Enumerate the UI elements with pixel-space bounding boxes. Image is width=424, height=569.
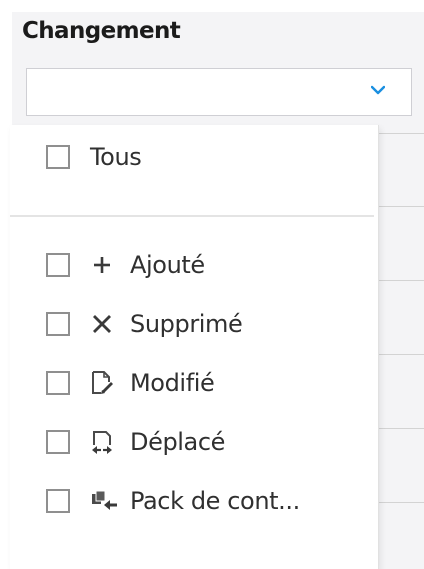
checkbox[interactable] (46, 371, 70, 395)
row-divider (378, 133, 424, 134)
option-label: Modifié (130, 369, 215, 397)
option-label: Supprimé (130, 310, 243, 338)
option-ajoute[interactable]: Ajouté (46, 245, 205, 285)
option-label: Ajouté (130, 251, 205, 279)
plus-icon (90, 252, 120, 278)
chevron-down-icon[interactable] (371, 83, 385, 97)
row-divider (378, 354, 424, 355)
option-label: Déplacé (130, 428, 226, 456)
column-header-title: Changement (22, 18, 181, 44)
option-deplace[interactable]: Déplacé (46, 422, 225, 462)
x-icon (90, 311, 120, 337)
option-pack-de-contenu[interactable]: Pack de cont... (46, 481, 300, 521)
checkbox[interactable] (46, 489, 70, 513)
row-divider (378, 206, 424, 207)
checkbox[interactable] (46, 145, 70, 169)
change-filter-select[interactable] (26, 68, 412, 116)
row-divider (378, 502, 424, 503)
row-divider (378, 280, 424, 281)
content-pack-icon (90, 488, 120, 514)
option-supprime[interactable]: Supprimé (46, 304, 243, 344)
option-tous[interactable]: Tous (46, 137, 142, 177)
move-document-icon (90, 429, 120, 455)
checkbox[interactable] (46, 430, 70, 454)
edit-document-icon (90, 370, 120, 396)
checkbox[interactable] (46, 312, 70, 336)
row-divider (378, 428, 424, 429)
dropdown-divider (10, 215, 374, 217)
checkbox[interactable] (46, 253, 70, 277)
option-modifie[interactable]: Modifié (46, 363, 215, 403)
change-filter-dropdown: Tous Ajouté Supprimé Modifié Déplacé Pac… (10, 125, 379, 569)
option-label: Tous (90, 143, 142, 171)
option-label: Pack de cont... (130, 487, 300, 515)
